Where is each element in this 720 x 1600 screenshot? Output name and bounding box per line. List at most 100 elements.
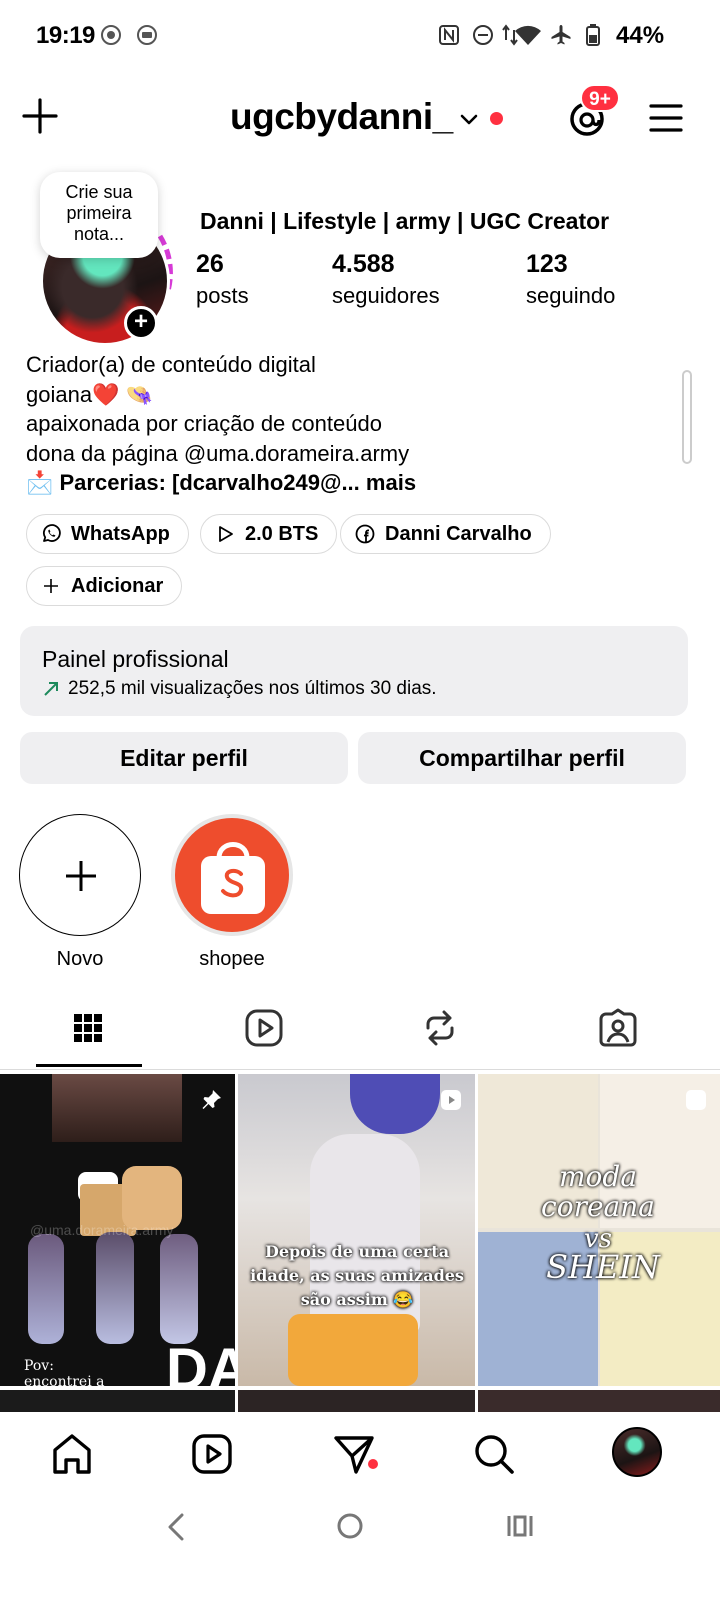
bio-more-link[interactable]: mais <box>366 470 416 495</box>
reels-icon[interactable] <box>190 1432 234 1476</box>
carousel-icon <box>686 1090 706 1110</box>
reposts-tab-icon[interactable] <box>420 1008 460 1048</box>
facebook-label: Danni Carvalho <box>385 522 532 545</box>
plus-icon <box>44 579 58 593</box>
post-watermark: @uma.dorameira.army <box>30 1222 174 1238</box>
profile-display-name: Danni | Lifestyle | army | UGC Creator <box>200 208 610 234</box>
stat-followers-value: 4.588 <box>332 250 395 278</box>
post-caption: moda <box>558 1160 638 1193</box>
post-grid: @uma.dorameira.army Pov: encontrei a cam… <box>0 1074 720 1414</box>
highlight-shopee[interactable]: shopee <box>170 814 294 971</box>
home-button-icon[interactable] <box>336 1512 364 1540</box>
notification-badge: 9+ <box>580 84 620 112</box>
content-tabs <box>0 1000 720 1070</box>
stat-posts-value: 26 <box>196 250 224 278</box>
screen-record-icon <box>101 25 121 45</box>
post-tile[interactable]: Depois de uma certa idade, as suas amiza… <box>238 1074 475 1386</box>
stat-followers[interactable]: 4.588 seguidores <box>332 250 440 309</box>
recent-apps-icon[interactable] <box>506 1512 534 1540</box>
highlight-label: shopee <box>199 948 265 970</box>
whatsapp-label: WhatsApp <box>71 522 170 545</box>
bio-category: Criador(a) de conteúdo digital <box>26 352 316 377</box>
note-bubble[interactable]: Crie sua primeira nota... <box>40 172 158 258</box>
airplane-mode-icon <box>551 25 571 45</box>
facebook-icon <box>355 524 375 544</box>
profile-bio: Criador(a) de conteúdo digital goiana❤️ … <box>26 350 416 498</box>
bio-partnerships: 📩 Parcerias: [dcarvalho249@... <box>26 470 360 495</box>
post-tile[interactable]: @uma.dorameira.army Pov: encontrei a cam… <box>0 1074 235 1386</box>
note-line-3: nota... <box>73 224 125 244</box>
wifi-icon <box>515 25 541 45</box>
play-icon <box>219 526 233 542</box>
profile-tab-avatar[interactable] <box>612 1427 662 1477</box>
post-tile[interactable] <box>238 1390 475 1414</box>
battery-icon <box>586 24 600 46</box>
trend-up-arrow-icon <box>44 682 58 696</box>
post-caption: Pov: encontrei a camiseta <box>24 1358 105 1386</box>
shopee-bag-icon <box>201 842 265 914</box>
add-label: Adicionar <box>71 574 164 597</box>
scrollbar[interactable] <box>682 370 692 464</box>
post-tile[interactable] <box>478 1390 720 1414</box>
bio-line[interactable]: dona da página @uma.dorameira.army <box>26 439 416 469</box>
bio-line: goiana❤️ 👒 <box>26 381 153 407</box>
note-line-1: Crie sua <box>65 182 133 202</box>
add-story-icon[interactable]: + <box>124 306 158 340</box>
bio-line: apaixonada por criação de conteúdo <box>26 411 382 436</box>
post-tile[interactable]: moda coreana vs SHEIN <box>478 1074 720 1386</box>
tagged-tab-icon[interactable] <box>598 1008 638 1048</box>
reel-icon <box>441 1090 461 1110</box>
hamburger-menu-icon[interactable] <box>648 100 684 136</box>
status-bar: 19:19 44% <box>0 0 720 72</box>
bts-label: 2.0 BTS <box>245 522 319 545</box>
highlight-new[interactable]: Novo <box>18 814 142 971</box>
dashboard-subtitle: 252,5 mil visualizações nos últimos 30 d… <box>42 678 437 700</box>
post-decor <box>160 1234 198 1344</box>
whatsapp-chip[interactable]: WhatsApp <box>26 514 189 554</box>
dashboard-views: 252,5 mil visualizações nos últimos 30 d… <box>68 678 437 699</box>
highlight-label: Novo <box>56 948 104 970</box>
bts-link-chip[interactable]: 2.0 BTS <box>200 514 338 554</box>
direct-messages-icon[interactable] <box>332 1432 376 1476</box>
grid-tab-icon[interactable] <box>68 1008 108 1048</box>
battery-percent: 44% <box>616 22 665 49</box>
pin-icon <box>202 1090 221 1109</box>
post-decor <box>288 1314 418 1386</box>
media-icon <box>137 25 157 45</box>
home-icon[interactable] <box>50 1432 94 1476</box>
post-decor <box>122 1166 182 1230</box>
reels-tab-icon[interactable] <box>244 1008 284 1048</box>
username-title[interactable]: ugcbydanni_ <box>230 96 453 138</box>
note-line-2: primeira <box>66 203 132 223</box>
edit-profile-button[interactable]: Editar perfil <box>20 732 348 784</box>
whatsapp-icon <box>42 524 61 542</box>
post-decor <box>350 1074 440 1134</box>
search-icon[interactable] <box>472 1432 516 1476</box>
share-profile-button[interactable]: Compartilhar perfil <box>358 732 686 784</box>
post-decor <box>96 1232 134 1344</box>
stat-following-value: 123 <box>526 250 568 278</box>
account-notification-dot <box>490 112 503 125</box>
post-tile[interactable] <box>0 1390 235 1414</box>
post-decor <box>28 1234 64 1344</box>
stat-following[interactable]: 123 seguindo <box>526 250 615 309</box>
post-caption: coreana <box>541 1190 655 1223</box>
chevron-down-icon[interactable] <box>458 108 480 130</box>
shopee-highlight-circle[interactable] <box>171 814 293 936</box>
facebook-chip[interactable]: Danni Carvalho <box>340 514 551 554</box>
back-icon[interactable] <box>164 1512 188 1542</box>
do-not-disturb-icon <box>473 25 493 45</box>
status-time: 19:19 <box>36 22 95 49</box>
post-decor: DA <box>166 1337 235 1386</box>
dashboard-title: Painel profissional <box>42 646 229 672</box>
create-plus-icon[interactable] <box>22 98 58 134</box>
bio-line: 📩 Parcerias: [dcarvalho249@... mais <box>26 468 416 498</box>
system-navigation <box>0 1496 720 1600</box>
new-highlight-circle[interactable] <box>19 814 141 936</box>
messages-notification-dot <box>368 1459 378 1469</box>
professional-dashboard[interactable]: Painel profissional 252,5 mil visualizaç… <box>20 626 688 716</box>
stat-posts-label: posts <box>196 283 249 308</box>
stat-posts[interactable]: 26 posts <box>196 250 249 309</box>
add-link-chip[interactable]: Adicionar <box>26 566 183 606</box>
stat-followers-label: seguidores <box>332 283 440 308</box>
